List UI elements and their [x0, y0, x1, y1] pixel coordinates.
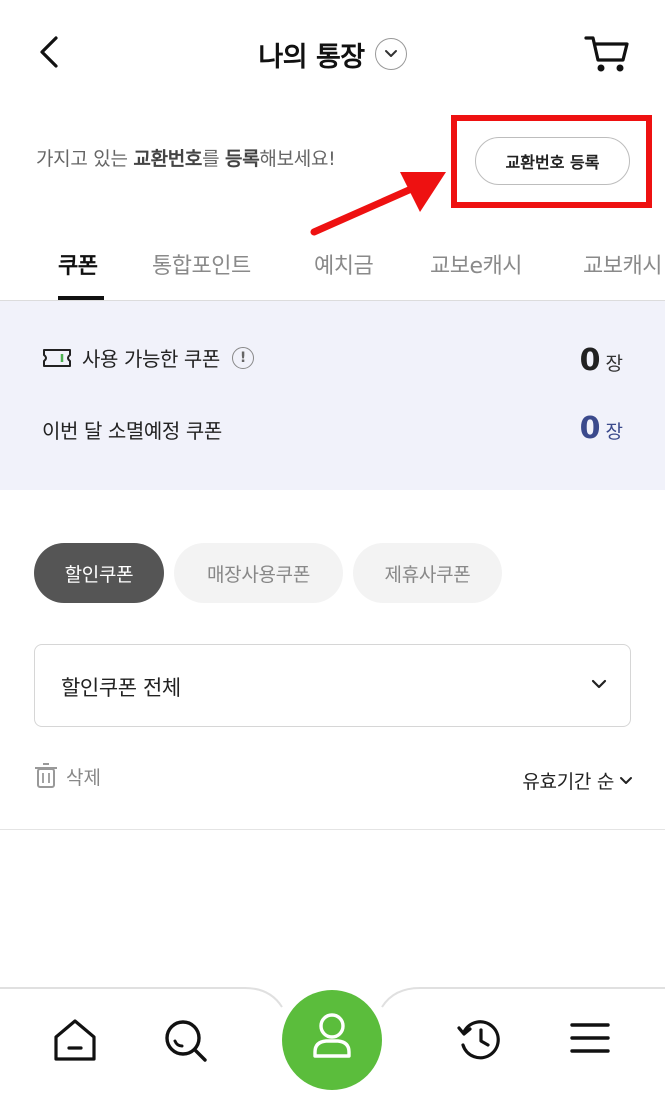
ticket-icon — [43, 348, 71, 367]
select-value: 할인쿠폰 전체 — [61, 676, 181, 700]
exchange-prompt: 가지고 있는 교환번호를 등록해보세요! — [36, 148, 336, 170]
page-title: 나의 통장 — [258, 41, 365, 73]
chip-store-coupon[interactable]: 매장사용쿠폰 — [174, 543, 343, 603]
tab-coupon[interactable]: 쿠폰 — [58, 248, 98, 280]
home-icon — [54, 1019, 96, 1061]
expiring-coupons-label: 이번 달 소멸예정 쿠폰 — [42, 419, 222, 443]
nav-recent[interactable] — [455, 1015, 505, 1065]
coupon-summary: 사용 가능한 쿠폰 ! 0 장 이번 달 소멸예정 쿠폰 0 장 — [0, 301, 665, 490]
tab-deposit[interactable]: 예치금 — [314, 248, 374, 280]
person-icon — [313, 1013, 351, 1058]
chevron-down-icon — [620, 776, 632, 784]
expiring-coupons-row: 이번 달 소멸예정 쿠폰 — [42, 415, 222, 444]
nav-menu[interactable] — [566, 1015, 616, 1065]
menu-icon — [570, 1023, 610, 1053]
delete-label: 삭제 — [66, 766, 101, 789]
tab-kyobo-ecash[interactable]: 교보e캐시 — [430, 248, 523, 280]
info-icon[interactable]: ! — [231, 346, 254, 369]
nav-search[interactable] — [160, 1015, 210, 1065]
nav-home[interactable] — [50, 1015, 100, 1065]
available-coupons-count: 0 장 — [579, 343, 623, 378]
tab-bar: 쿠폰 통합포인트 예치금 교보e캐시 교보캐시 — [0, 240, 665, 300]
nav-my-account[interactable] — [282, 990, 382, 1090]
search-icon — [165, 1020, 207, 1062]
sort-label: 유효기간 순 — [522, 771, 614, 793]
cart-button[interactable] — [582, 30, 632, 76]
history-icon — [457, 1020, 500, 1060]
coupon-type-select[interactable]: 할인쿠폰 전체 — [34, 644, 631, 727]
sort-dropdown[interactable]: 유효기간 순 — [522, 767, 633, 794]
chip-partner-coupon[interactable]: 제휴사쿠폰 — [353, 543, 502, 603]
cart-icon — [584, 36, 629, 72]
page-title-switcher[interactable]: 나의 통장 — [0, 34, 665, 74]
tab-integrated-points[interactable]: 통합포인트 — [152, 248, 251, 280]
chevron-down-icon — [374, 38, 407, 70]
tab-kyobo-cash[interactable]: 교보캐시 — [583, 248, 662, 280]
chevron-down-icon — [591, 679, 607, 689]
delete-button[interactable]: 삭제 — [34, 762, 101, 790]
divider — [0, 829, 665, 830]
chip-discount-coupon[interactable]: 할인쿠폰 — [34, 543, 164, 603]
available-coupons-label: 사용 가능한 쿠폰 — [82, 347, 220, 371]
available-coupons-row: 사용 가능한 쿠폰 ! — [42, 343, 254, 372]
expiring-coupons-count: 0 장 — [579, 411, 623, 446]
trash-icon — [35, 763, 57, 788]
exchange-register-button[interactable]: 교환번호 등록 — [475, 137, 630, 185]
